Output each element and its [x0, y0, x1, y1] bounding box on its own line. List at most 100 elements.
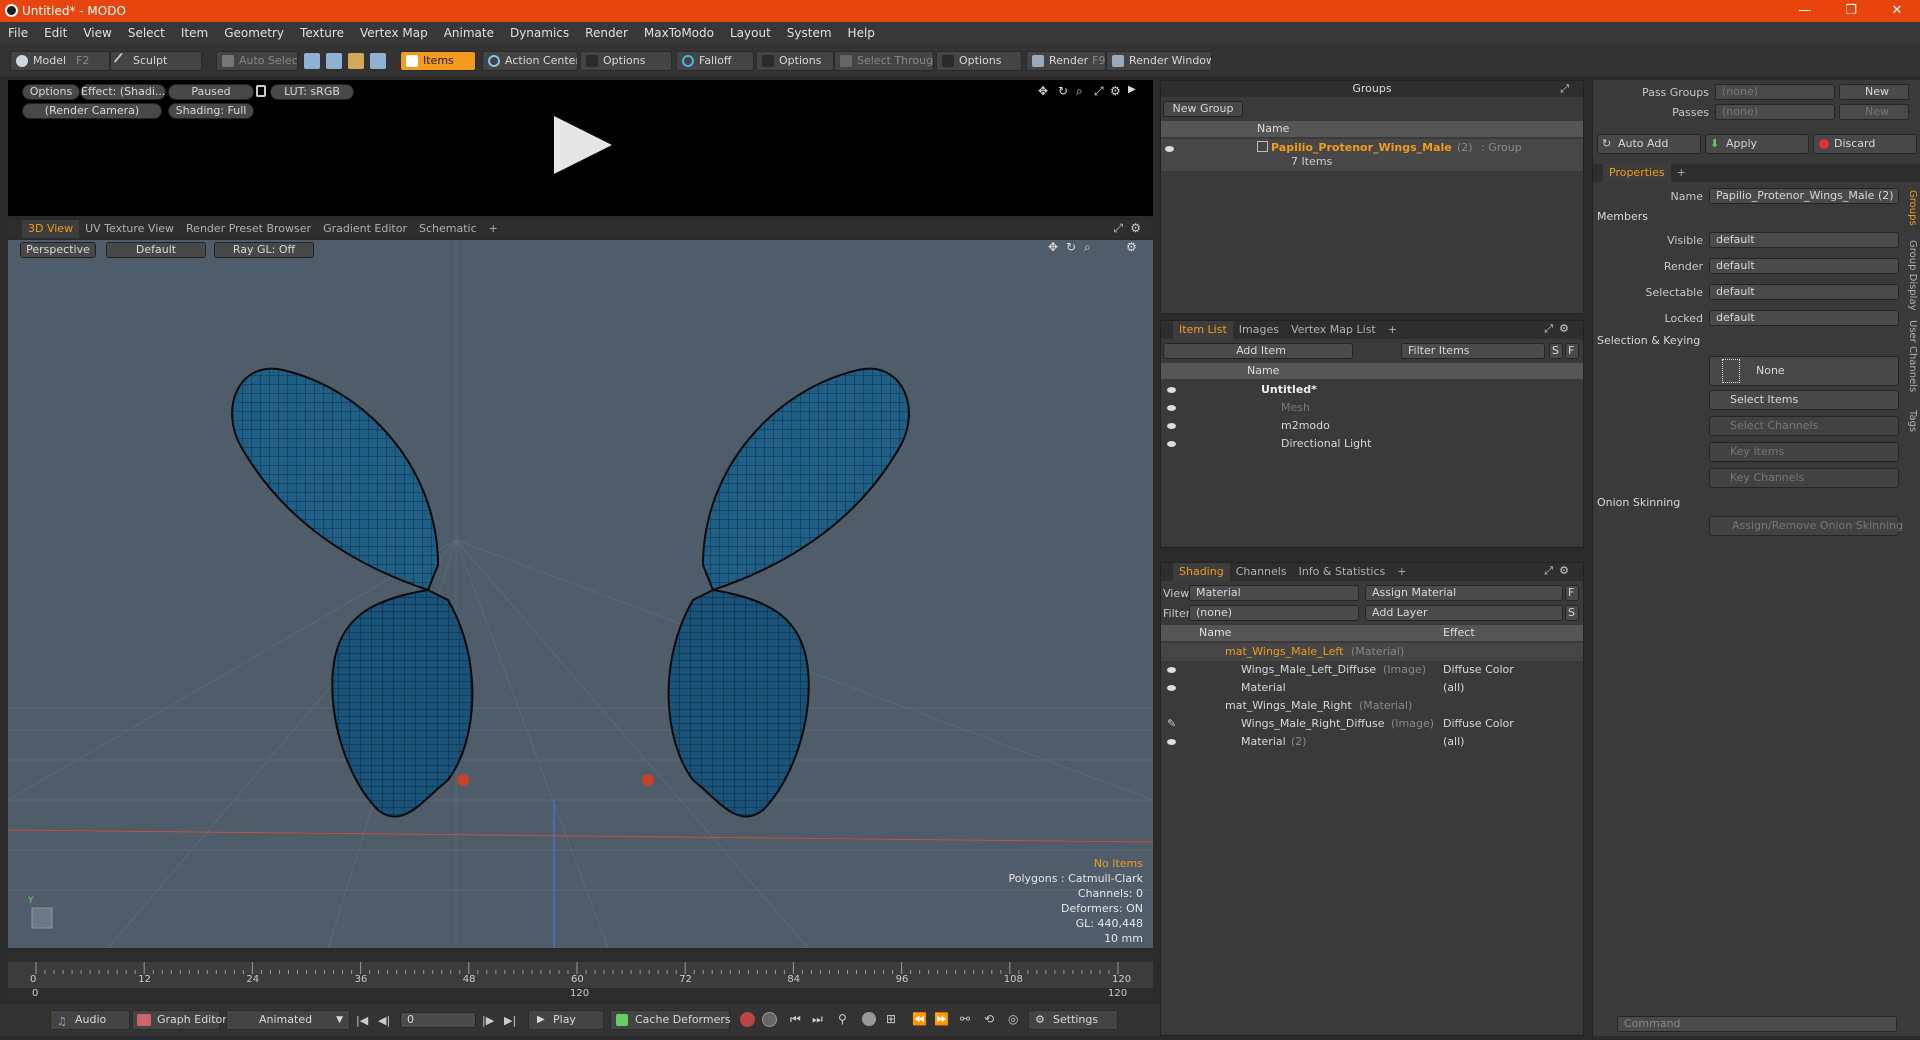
preview-refresh-icon[interactable]: ↻ — [1058, 84, 1068, 98]
preview-effect-dropdown[interactable]: Effect: (Shadi... — [80, 84, 166, 100]
preview-zoom-icon[interactable]: ⌕ — [1076, 84, 1083, 99]
link-icon[interactable]: ⚯ — [960, 1012, 970, 1026]
shading-row-material-1[interactable]: Material (all) — [1161, 679, 1583, 697]
polygons-mode-icon[interactable] — [348, 53, 364, 69]
tab-shading[interactable]: Shading — [1173, 563, 1230, 581]
itemlist-s-button[interactable]: S — [1549, 343, 1563, 359]
butterfly-wings-mesh[interactable] — [231, 367, 910, 818]
jump-prev-icon[interactable]: ⏪ — [912, 1012, 927, 1026]
menu-help[interactable]: Help — [840, 26, 883, 40]
skip-to-end-icon[interactable]: ▶| — [504, 1014, 516, 1027]
animated-dropdown[interactable]: Animated ▼ — [226, 1010, 350, 1030]
key-items-button[interactable]: Key Items — [1709, 442, 1899, 462]
assign-material-button[interactable]: Assign Material — [1365, 585, 1563, 601]
apply-button[interactable]: ⬇ Apply — [1705, 134, 1809, 154]
items-mode-button[interactable]: Items — [400, 51, 476, 71]
groups-expand-icon[interactable]: ⤢ — [1560, 82, 1569, 96]
command-input[interactable]: Command — [1617, 1016, 1897, 1032]
menu-render[interactable]: Render — [577, 26, 636, 40]
eye-icon[interactable] — [1167, 441, 1176, 447]
shading-f-button[interactable]: F — [1565, 585, 1579, 601]
preview-move-icon[interactable]: ✥ — [1038, 84, 1048, 98]
menu-view[interactable]: View — [75, 26, 119, 40]
prev-key-icon[interactable]: ⏮ — [790, 1012, 801, 1027]
shading-row-mat-left[interactable]: mat_Wings_Male_Left (Material) — [1161, 643, 1583, 661]
auto-add-button[interactable]: ↻ Auto Add — [1597, 134, 1701, 154]
eye-icon[interactable] — [1167, 423, 1176, 429]
tab-info-statistics[interactable]: Info & Statistics — [1293, 563, 1392, 581]
item-mesh[interactable]: Mesh — [1161, 399, 1583, 417]
none-button[interactable]: None — [1709, 356, 1899, 386]
select-through-options-button[interactable]: Options — [936, 51, 1022, 71]
sync-icon[interactable]: ⟲ — [984, 1012, 994, 1026]
play-icon[interactable] — [546, 110, 616, 180]
play-button[interactable]: ▶ Play — [528, 1010, 604, 1030]
filter-items-input[interactable]: Filter Items — [1401, 343, 1545, 359]
key-all-icon[interactable]: ⊞ — [886, 1012, 896, 1026]
view-expand-icon[interactable]: ⤢ — [1113, 221, 1123, 236]
vtab-tags[interactable]: Tags — [1904, 410, 1918, 432]
passes-dropdown[interactable]: (none) — [1715, 104, 1835, 120]
eye-icon[interactable] — [1167, 685, 1176, 691]
menu-vertex-map[interactable]: Vertex Map — [352, 26, 436, 40]
select-items-button[interactable]: Select Items — [1709, 390, 1899, 410]
tab-properties[interactable]: Properties — [1603, 164, 1671, 182]
group-eye-icon[interactable] — [1165, 145, 1174, 152]
render-camera-dropdown[interactable]: (Render Camera) — [22, 103, 162, 119]
vertices-mode-icon[interactable] — [304, 53, 320, 69]
sculpt-mode-button[interactable]: Sculpt — [110, 51, 202, 71]
tab-add-properties[interactable]: + — [1671, 164, 1692, 182]
render-dropdown[interactable]: default — [1709, 258, 1899, 274]
tab-channels[interactable]: Channels — [1230, 563, 1293, 581]
eye-icon[interactable] — [1167, 405, 1176, 411]
eye-icon[interactable] — [1167, 739, 1176, 745]
group-row[interactable]: Papilio_Protenor_Wings_Male (2) : Group … — [1161, 139, 1583, 171]
menu-dynamics[interactable]: Dynamics — [502, 26, 577, 40]
view-gear-icon[interactable]: ⚙ — [1130, 221, 1141, 235]
add-layer-dropdown[interactable]: Add Layer — [1365, 605, 1563, 621]
close-icon[interactable]: ✕ — [1874, 0, 1920, 22]
render-button[interactable]: Render F9 — [1026, 51, 1106, 71]
audio-button[interactable]: ♫ Audio — [50, 1010, 130, 1030]
shading-expand-icon[interactable]: ⤢ — [1544, 564, 1553, 578]
select-channels-button[interactable]: Select Channels — [1709, 416, 1899, 436]
tab-add[interactable]: + — [483, 220, 504, 238]
shading-row-left-diffuse[interactable]: Wings_Male_Left_Diffuse (Image) Diffuse … — [1161, 661, 1583, 679]
timeline[interactable]: 0 12 24 36 48 60 72 84 96 108 120 0 120 120 — [8, 952, 1153, 1000]
group-name-input[interactable]: Papilio_Protenor_Wings_Male (2) — [1709, 188, 1899, 204]
viewport-gear-icon[interactable]: ⚙ — [1126, 240, 1137, 254]
menu-select[interactable]: Select — [120, 26, 173, 40]
tab-3d-view[interactable]: 3D View — [22, 220, 80, 238]
next-key-icon[interactable]: ⏭ — [812, 1012, 823, 1027]
menu-layout[interactable]: Layout — [722, 26, 779, 40]
shading-gear-icon[interactable]: ⚙ — [1559, 564, 1569, 577]
tab-vertex-map-list[interactable]: Vertex Map List — [1285, 321, 1382, 339]
shading-dropdown[interactable]: Shading: Full — [168, 103, 254, 119]
maximize-icon[interactable]: ❐ — [1828, 0, 1874, 22]
graph-editor-button[interactable]: Graph Editor — [132, 1010, 227, 1030]
discard-button[interactable]: Discard — [1813, 134, 1917, 154]
shading-row-mat-right[interactable]: mat_Wings_Male_Right (Material) — [1161, 697, 1583, 715]
shading-filter-dropdown[interactable]: (none) — [1189, 605, 1359, 621]
menu-geometry[interactable]: Geometry — [216, 26, 292, 40]
menu-edit[interactable]: Edit — [36, 26, 75, 40]
tab-render-preset-browser[interactable]: Render Preset Browser — [180, 220, 317, 238]
menu-system[interactable]: System — [779, 26, 840, 40]
action-center-options-button[interactable]: Options — [580, 51, 672, 71]
menu-animate[interactable]: Animate — [436, 26, 502, 40]
menu-item[interactable]: Item — [173, 26, 216, 40]
item-untitled[interactable]: Untitled* — [1161, 381, 1583, 399]
materials-mode-icon[interactable] — [370, 53, 386, 69]
brush-icon[interactable]: ✎ — [1167, 715, 1176, 733]
shading-row-right-diffuse[interactable]: ✎ Wings_Male_Right_Diffuse (Image) Diffu… — [1161, 715, 1583, 733]
edges-mode-icon[interactable] — [326, 53, 342, 69]
preview-expand-icon[interactable]: ⤢ — [1094, 84, 1104, 99]
preview-menu-arrow-icon[interactable]: ▶ — [1128, 84, 1136, 95]
tab-gradient-editor[interactable]: Gradient Editor — [317, 220, 413, 238]
settings-button[interactable]: ⚙ Settings — [1028, 1010, 1118, 1030]
preview-paused-button[interactable]: Paused — [168, 84, 254, 100]
item-m2modo[interactable]: m2modo — [1161, 417, 1583, 435]
shading-row-material-2[interactable]: Material (2) (all) — [1161, 733, 1583, 751]
itemlist-gear-icon[interactable]: ⚙ — [1559, 322, 1569, 335]
preview-options-button[interactable]: Options — [22, 84, 80, 100]
